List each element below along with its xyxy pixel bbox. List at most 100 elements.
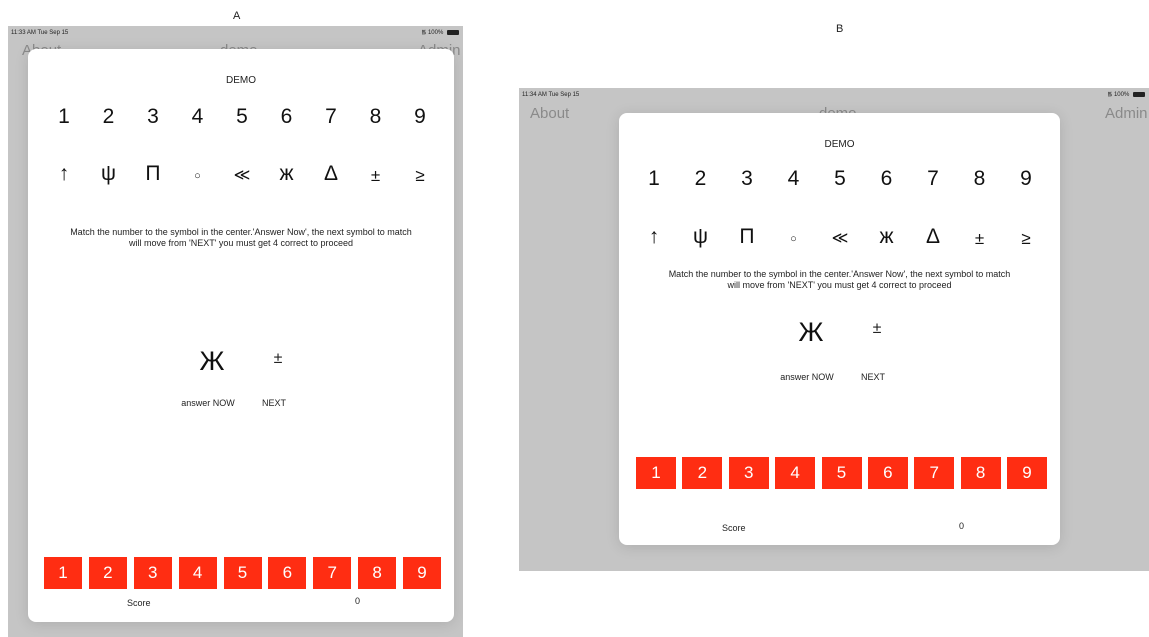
answer-button-1[interactable]: 1: [636, 457, 676, 489]
next-symbol: ±: [273, 350, 283, 367]
key-number: 4: [787, 167, 800, 190]
answer-button-9[interactable]: 9: [1007, 457, 1047, 489]
key-symbol: ψ: [101, 162, 116, 185]
answer-button-3[interactable]: 3: [133, 557, 172, 589]
answer-button-row: 1 2 3 4 5 6 7 8 9: [44, 557, 441, 589]
key-symbol: ○: [194, 170, 201, 182]
key-number-row: 1 2 3 4 5 6 7 8 9: [53, 105, 431, 129]
key-number: 5: [834, 167, 846, 190]
answer-now-label: answer NOW: [181, 398, 235, 408]
answer-symbol: Ж: [798, 317, 824, 347]
key-symbol: ↑: [58, 162, 70, 185]
key-symbol: ≪: [831, 230, 849, 247]
answer-button-2[interactable]: 2: [88, 557, 127, 589]
answer-button-6[interactable]: 6: [268, 557, 307, 589]
battery-indicator: ᯾ 100%: [1107, 88, 1145, 102]
answer-button-1[interactable]: 1: [44, 557, 82, 589]
key-symbol: ж: [279, 162, 294, 185]
answer-button-4[interactable]: 4: [178, 557, 217, 589]
key-symbol-row: ↑ ψ Π ○ ≪ ж Δ ± ≥: [643, 225, 1037, 253]
key-number-row: 1 2 3 4 5 6 7 8 9: [643, 167, 1037, 191]
key-symbol: ↑: [648, 225, 660, 248]
key-number: 8: [369, 105, 382, 128]
key-number: 5: [236, 105, 248, 128]
answer-button-6[interactable]: 6: [867, 457, 908, 489]
panel-a-label: A: [233, 10, 241, 22]
key-number: 2: [102, 105, 115, 128]
key-symbol: ≥: [1021, 229, 1031, 248]
device-b: 11:34 AM Tue Sep 15 ᯾ 100% About demo Ad…: [519, 88, 1149, 571]
modal-title: DEMO: [824, 139, 855, 150]
device-a: 11:33 AM Tue Sep 15 ᯾ 100% About demo Ad…: [8, 26, 463, 637]
next-label: NEXT: [860, 372, 885, 382]
status-time: 11:33 AM Tue Sep 15: [11, 30, 69, 36]
score-value: 0: [959, 521, 965, 531]
wifi-icon: ᯾: [421, 30, 427, 36]
modal-title: DEMO: [226, 75, 256, 86]
answer-button-8[interactable]: 8: [960, 457, 1001, 489]
key-number: 4: [191, 105, 204, 128]
battery-percent: 100%: [427, 30, 444, 36]
key-symbol: Δ: [925, 225, 941, 248]
score-label: Score: [722, 523, 746, 533]
answer-button-5[interactable]: 5: [223, 557, 262, 589]
status-bar: 11:34 AM Tue Sep 15 ᯾ 100%: [519, 88, 1149, 102]
key-number: 7: [325, 105, 337, 128]
score-label: Score: [127, 598, 151, 608]
instructions-line-1: Match the number to the symbol in the ce…: [70, 227, 412, 237]
next-symbol: ±: [872, 320, 882, 337]
key-number: 6: [880, 167, 893, 190]
battery-percent: 100%: [1113, 92, 1130, 98]
answer-button-5[interactable]: 5: [821, 457, 862, 489]
instructions-line-1: Match the number to the symbol in the ce…: [668, 269, 1011, 279]
status-bar: 11:33 AM Tue Sep 15 ᯾ 100%: [8, 26, 463, 40]
key-symbol: ≥: [415, 166, 425, 185]
key-number: 9: [1020, 167, 1032, 190]
battery-icon: [447, 29, 459, 35]
nav-admin[interactable]: Admin: [1105, 105, 1148, 122]
answer-button-7[interactable]: 7: [313, 557, 352, 589]
status-time: 11:34 AM Tue Sep 15: [522, 92, 580, 98]
demo-modal: DEMO 1 2 3 4 5 6 7 8 9 ↑ ψ Π ○ ≪ ж Δ ± ≥…: [619, 113, 1060, 545]
instructions: Match the number to the symbol in the ce…: [33, 227, 449, 249]
key-symbol: ±: [974, 229, 985, 248]
instructions-line-2: will move from 'NEXT' you must get 4 cor…: [727, 280, 952, 290]
answer-button-3[interactable]: 3: [728, 457, 769, 489]
answer-button-9[interactable]: 9: [403, 557, 441, 589]
next-label: NEXT: [261, 398, 286, 408]
key-symbol: Π: [739, 225, 755, 248]
key-number: 6: [280, 105, 293, 128]
key-symbol-row: ↑ ψ Π ○ ≪ ж Δ ± ≥: [53, 162, 431, 190]
key-number: 8: [973, 167, 986, 190]
battery-icon: [1133, 91, 1145, 97]
key-symbol: ○: [790, 233, 797, 245]
answer-symbol: Ж: [199, 346, 225, 376]
panel-b-label: B: [836, 23, 844, 35]
demo-modal: DEMO 1 2 3 4 5 6 7 8 9 ↑ ψ Π ○ ≪ ж Δ ± ≥…: [28, 49, 454, 622]
score-value: 0: [355, 596, 361, 606]
answer-button-8[interactable]: 8: [358, 557, 397, 589]
key-symbol: Π: [145, 162, 161, 185]
answer-button-7[interactable]: 7: [914, 457, 955, 489]
key-number: 2: [694, 167, 707, 190]
key-number: 3: [741, 167, 753, 190]
key-symbol: ≪: [233, 167, 251, 184]
key-number: 1: [58, 105, 70, 128]
key-symbol: Δ: [323, 162, 339, 185]
key-number: 9: [414, 105, 426, 128]
key-number: 7: [927, 167, 939, 190]
key-symbol: ±: [370, 166, 381, 185]
battery-indicator: ᯾ 100%: [421, 26, 459, 40]
answer-button-row: 1 2 3 4 5 6 7 8 9: [636, 457, 1047, 489]
key-symbol: ж: [879, 225, 894, 248]
answer-now-label: answer NOW: [780, 372, 834, 382]
answer-button-4[interactable]: 4: [775, 457, 816, 489]
answer-button-2[interactable]: 2: [682, 457, 723, 489]
instructions: Match the number to the symbol in the ce…: [624, 269, 1055, 291]
key-symbol: ψ: [693, 225, 708, 248]
nav-about[interactable]: About: [530, 105, 569, 122]
instructions-line-2: will move from 'NEXT' you must get 4 cor…: [128, 238, 353, 248]
key-number: 3: [147, 105, 159, 128]
wifi-icon: ᯾: [1107, 92, 1113, 98]
key-number: 1: [648, 167, 660, 190]
